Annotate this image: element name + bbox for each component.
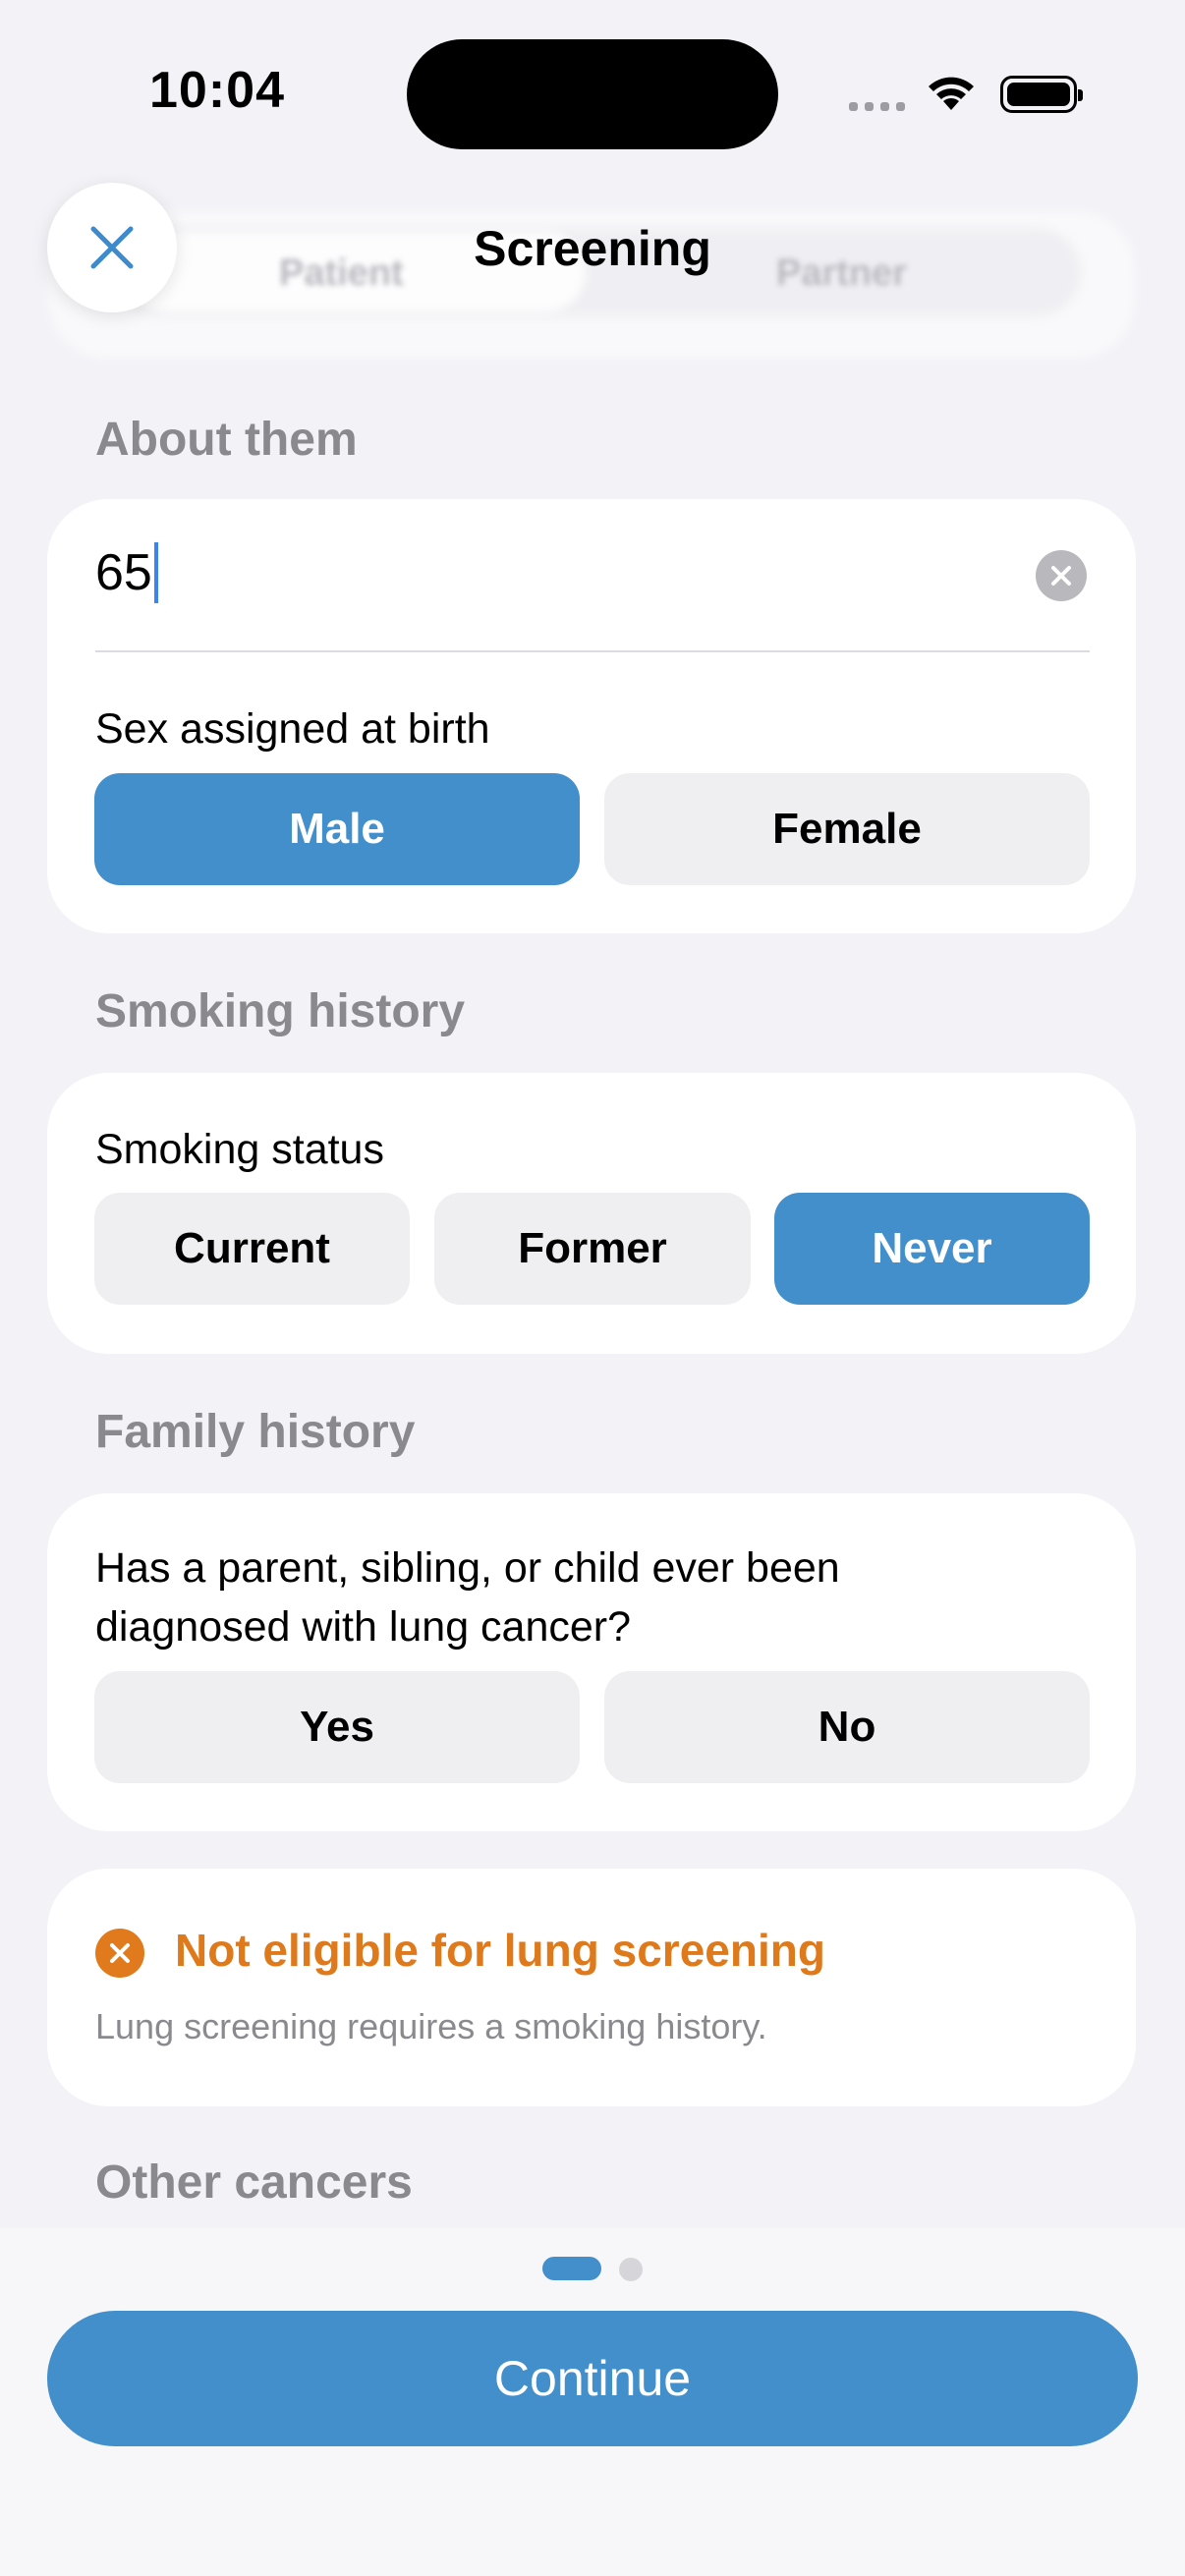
dynamic-island <box>407 39 778 149</box>
error-icon <box>95 1929 144 1978</box>
eligibility-title: Not eligible for lung screening <box>175 1925 825 1976</box>
smoking-option-current[interactable]: Current <box>94 1193 410 1305</box>
status-time: 10:04 <box>149 62 285 119</box>
sex-option-male[interactable]: Male <box>94 773 580 885</box>
eligibility-message: Lung screening requires a smoking histor… <box>95 2006 767 2046</box>
clear-x-icon <box>1051 566 1071 586</box>
page-title: Screening <box>474 221 711 276</box>
clear-input-button[interactable] <box>1036 550 1087 601</box>
page-indicator-active <box>542 2257 601 2280</box>
input-divider <box>95 650 1090 652</box>
family-question: Has a parent, sibling, or child ever bee… <box>95 1544 840 1651</box>
sex-label: Sex assigned at birth <box>95 705 490 753</box>
age-input[interactable]: 65 <box>95 542 158 603</box>
section-about-label: About them <box>95 414 358 466</box>
age-value: 65 <box>95 544 152 601</box>
section-smoking-label: Smoking history <box>95 985 466 1037</box>
section-family-label: Family history <box>95 1406 416 1458</box>
smoking-status-label: Smoking status <box>95 1126 384 1173</box>
continue-button[interactable]: Continue <box>47 2311 1138 2446</box>
smoking-option-former[interactable]: Former <box>434 1193 751 1305</box>
section-other-label: Other cancers <box>95 2156 413 2209</box>
family-option-yes[interactable]: Yes <box>94 1671 580 1783</box>
eligibility-card <box>47 1869 1136 2106</box>
family-option-no[interactable]: No <box>604 1671 1090 1783</box>
sex-option-female[interactable]: Female <box>604 773 1090 885</box>
page-indicator-dot[interactable] <box>619 2258 643 2281</box>
cellular-signal-icon <box>849 102 905 111</box>
battery-icon <box>1000 76 1083 113</box>
text-caret <box>153 542 158 603</box>
wifi-icon <box>929 77 974 110</box>
smoking-option-never[interactable]: Never <box>774 1193 1090 1305</box>
